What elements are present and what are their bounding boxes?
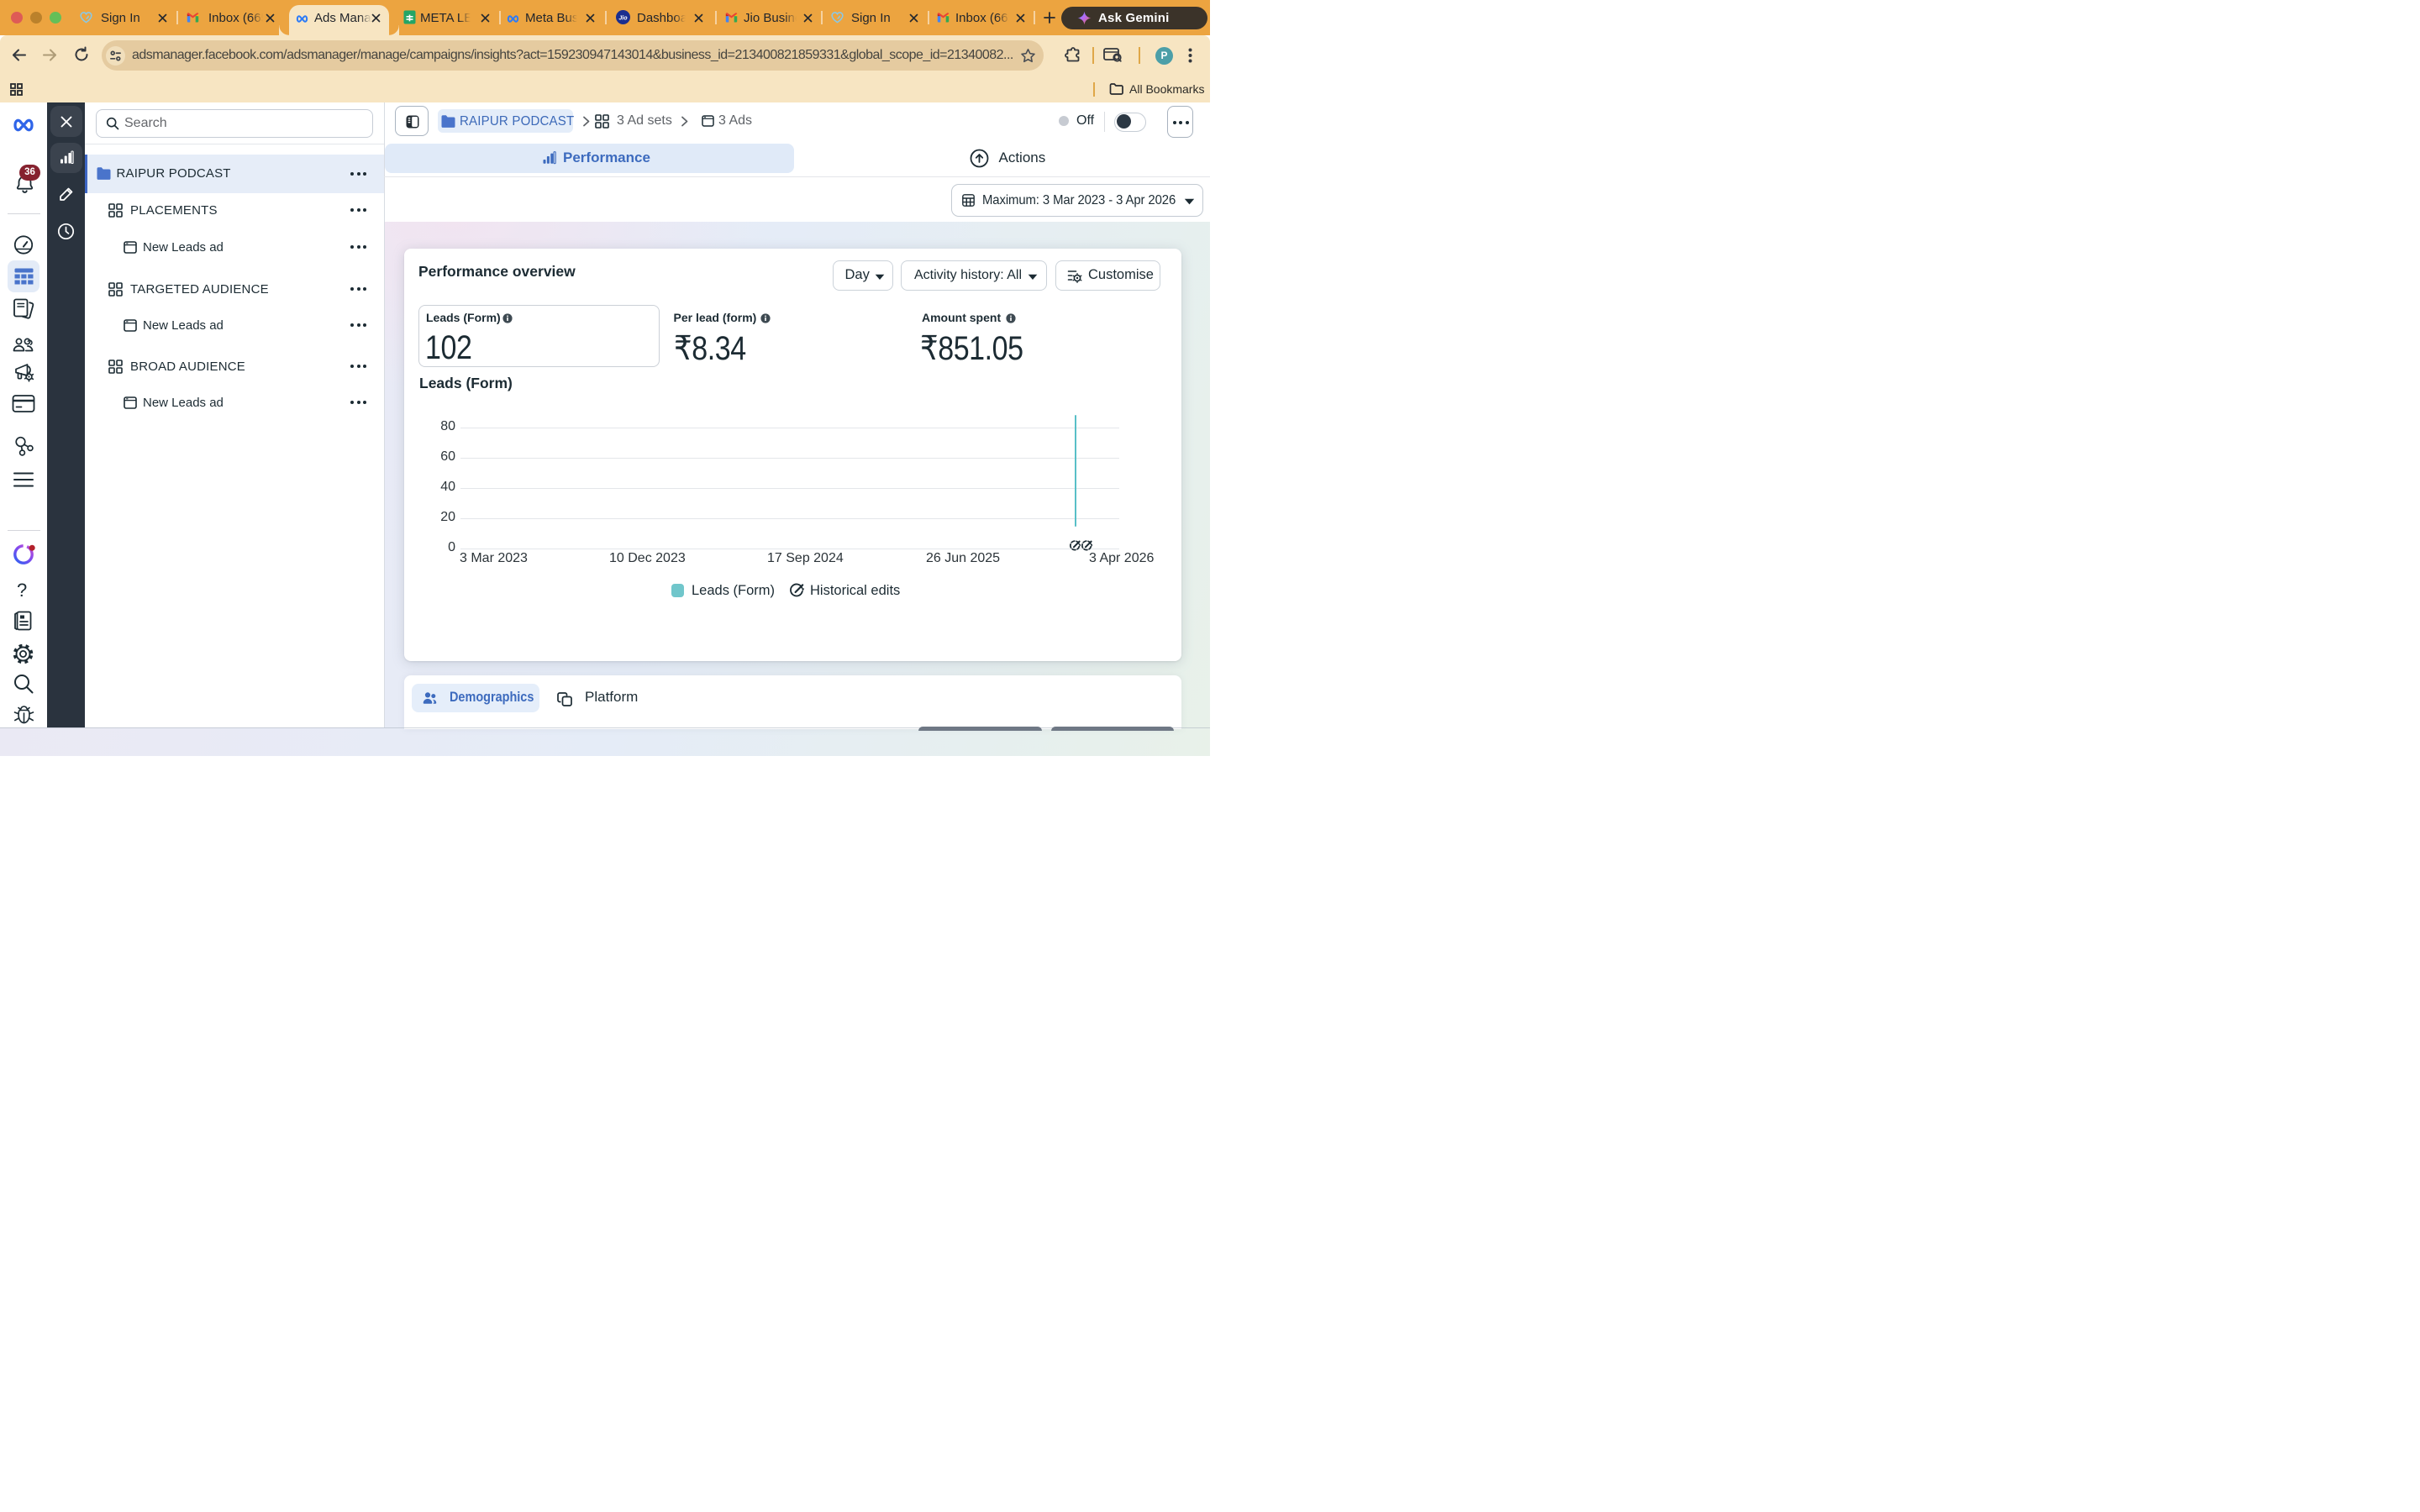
svg-text:Jio: Jio [618,15,628,22]
